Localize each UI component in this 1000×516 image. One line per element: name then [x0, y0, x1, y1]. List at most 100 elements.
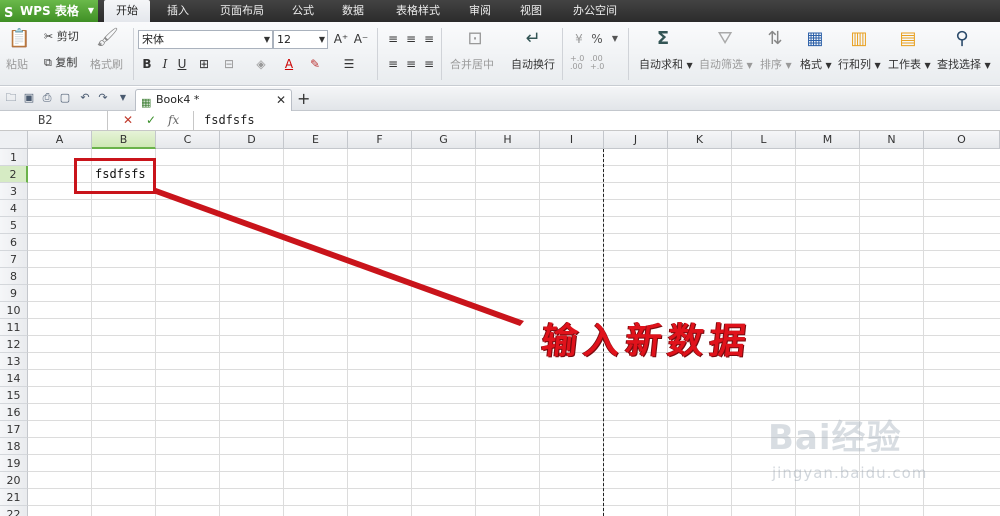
column-header-b[interactable]: B: [92, 131, 156, 149]
align-right-icon[interactable]: ≡: [420, 55, 438, 73]
new-tab-button[interactable]: +: [297, 89, 310, 109]
format-button[interactable]: 格式 ▼: [800, 58, 832, 73]
bold-button[interactable]: B: [138, 55, 156, 73]
tab-page-layout[interactable]: 页面布局: [213, 0, 271, 22]
row-header-18[interactable]: 18: [0, 438, 28, 455]
align-middle-icon[interactable]: ≡: [402, 30, 420, 48]
paste-button[interactable]: 粘贴: [6, 58, 28, 72]
name-box[interactable]: B2: [0, 111, 108, 130]
print-preview-icon[interactable]: ▢: [58, 91, 72, 105]
merge-icon[interactable]: ⊡: [462, 28, 488, 49]
filter-icon[interactable]: ⛛: [714, 28, 736, 49]
brush-icon[interactable]: 🖌: [96, 27, 119, 48]
row-header-17[interactable]: 17: [0, 421, 28, 438]
tab-table-style[interactable]: 表格样式: [389, 0, 447, 22]
row-header-13[interactable]: 13: [0, 353, 28, 370]
wrap-text-button[interactable]: 自动换行: [511, 58, 555, 72]
italic-button[interactable]: I: [156, 55, 174, 73]
column-header-n[interactable]: N: [860, 131, 924, 149]
align-center-icon[interactable]: ≡: [402, 55, 420, 73]
undo-icon[interactable]: ↶: [78, 91, 92, 105]
column-header-l[interactable]: L: [732, 131, 796, 149]
close-icon[interactable]: ✕: [276, 90, 286, 110]
row-header-20[interactable]: 20: [0, 472, 28, 489]
decrease-font-button[interactable]: A⁻: [352, 30, 370, 48]
document-tab[interactable]: ▦ Book4 * ✕: [135, 89, 292, 111]
fill-color-icon[interactable]: ◈: [252, 55, 270, 73]
cut-button[interactable]: ✂ 剪切: [44, 30, 79, 44]
row-header-5[interactable]: 5: [0, 217, 28, 234]
autofilter-button[interactable]: 自动筛选 ▼: [699, 58, 753, 73]
row-header-22[interactable]: 22: [0, 506, 28, 516]
font-size-select[interactable]: 12 ▼: [273, 30, 328, 49]
align-bottom-icon[interactable]: ≡: [420, 30, 438, 48]
row-header-10[interactable]: 10: [0, 302, 28, 319]
column-header-d[interactable]: D: [220, 131, 284, 149]
row-header-16[interactable]: 16: [0, 404, 28, 421]
worksheet-button[interactable]: 工作表 ▼: [888, 58, 931, 73]
row-header-6[interactable]: 6: [0, 234, 28, 251]
tab-formulas[interactable]: 公式: [285, 0, 321, 22]
confirm-icon[interactable]: ✓: [146, 111, 156, 130]
format-icon[interactable]: ▦: [804, 28, 826, 49]
chevron-down-icon[interactable]: ▼: [116, 91, 130, 105]
decrease-decimal-button[interactable]: .00 +.0: [590, 55, 612, 71]
tab-view[interactable]: 视图: [513, 0, 549, 22]
column-header-h[interactable]: H: [476, 131, 540, 149]
find-select-button[interactable]: 查找选择 ▼: [937, 58, 991, 73]
row-header-8[interactable]: 8: [0, 268, 28, 285]
paste-icon[interactable]: 📋: [8, 28, 30, 49]
column-header-f[interactable]: F: [348, 131, 412, 149]
tab-review[interactable]: 审阅: [462, 0, 498, 22]
open-folder-icon[interactable]: 🗀: [4, 91, 18, 105]
format-painter-button[interactable]: 格式刷: [90, 58, 123, 72]
merge-center-button[interactable]: 合并居中: [450, 58, 494, 72]
save-icon[interactable]: ▣: [22, 91, 36, 105]
currency-icon[interactable]: ¥: [570, 30, 588, 48]
clear-format-icon[interactable]: ✎: [306, 55, 324, 73]
row-header-11[interactable]: 11: [0, 319, 28, 336]
increase-font-button[interactable]: A⁺: [332, 30, 350, 48]
row-header-2[interactable]: 2: [0, 166, 28, 183]
row-header-7[interactable]: 7: [0, 251, 28, 268]
select-all-corner[interactable]: [0, 131, 28, 149]
insert-function-icon[interactable]: fx: [168, 111, 179, 130]
print-icon[interactable]: ⎙: [40, 91, 54, 105]
column-header-e[interactable]: E: [284, 131, 348, 149]
chevron-down-icon[interactable]: ▼: [606, 30, 624, 48]
redo-icon[interactable]: ↷: [96, 91, 110, 105]
worksheet-icon[interactable]: ▤: [897, 28, 919, 49]
copy-button[interactable]: ⧉ 复制: [44, 56, 77, 70]
percent-button[interactable]: %: [588, 30, 606, 48]
underline-button[interactable]: U: [173, 55, 191, 73]
column-header-i[interactable]: I: [540, 131, 604, 149]
font-name-select[interactable]: 宋体 ▼: [138, 30, 273, 49]
indent-icon[interactable]: ☰: [340, 55, 358, 73]
row-header-9[interactable]: 9: [0, 285, 28, 302]
tab-data[interactable]: 数据: [335, 0, 371, 22]
column-header-g[interactable]: G: [412, 131, 476, 149]
column-header-a[interactable]: A: [28, 131, 92, 149]
column-header-m[interactable]: M: [796, 131, 860, 149]
row-header-12[interactable]: 12: [0, 336, 28, 353]
font-color-button[interactable]: A: [280, 55, 298, 73]
row-header-1[interactable]: 1: [0, 149, 28, 166]
tab-insert[interactable]: 插入: [158, 0, 198, 22]
row-header-19[interactable]: 19: [0, 455, 28, 472]
tab-office-space[interactable]: 办公空间: [566, 0, 624, 22]
row-header-21[interactable]: 21: [0, 489, 28, 506]
formula-input[interactable]: fsdfsfs: [193, 111, 1000, 130]
rows-cols-icon[interactable]: ▥: [848, 28, 870, 49]
row-header-3[interactable]: 3: [0, 183, 28, 200]
row-header-14[interactable]: 14: [0, 370, 28, 387]
rows-cols-button[interactable]: 行和列 ▼: [838, 58, 881, 73]
column-header-c[interactable]: C: [156, 131, 220, 149]
increase-decimal-button[interactable]: +.0 .00: [570, 55, 592, 71]
align-left-icon[interactable]: ≡: [384, 55, 402, 73]
sort-icon[interactable]: ⇅: [764, 28, 786, 49]
border-icon[interactable]: ⊞: [195, 55, 213, 73]
sort-button[interactable]: 排序 ▼: [760, 58, 792, 73]
wrap-icon[interactable]: ↵: [520, 28, 546, 49]
row-header-4[interactable]: 4: [0, 200, 28, 217]
cell-style-icon[interactable]: ⊟: [220, 55, 238, 73]
